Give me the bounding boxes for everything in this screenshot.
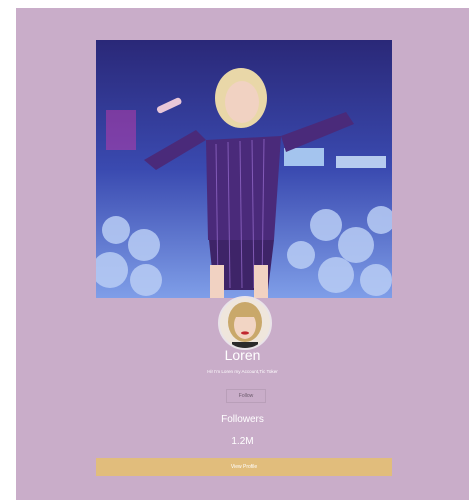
view-profile-button[interactable]: View Profile: [96, 458, 392, 476]
followers-label: Followers: [221, 414, 264, 425]
avatar: [218, 296, 272, 350]
followers-count: 1.2M: [231, 436, 254, 447]
profile-card: Loren Hi! I'm Loren my Account,Tic Toker…: [16, 8, 469, 500]
follow-button[interactable]: Follow: [226, 389, 266, 403]
profile-bio: Hi! I'm Loren my Account,Tic Toker: [207, 369, 278, 374]
profile-name: Loren: [224, 347, 261, 363]
cover-photo: [96, 40, 392, 298]
